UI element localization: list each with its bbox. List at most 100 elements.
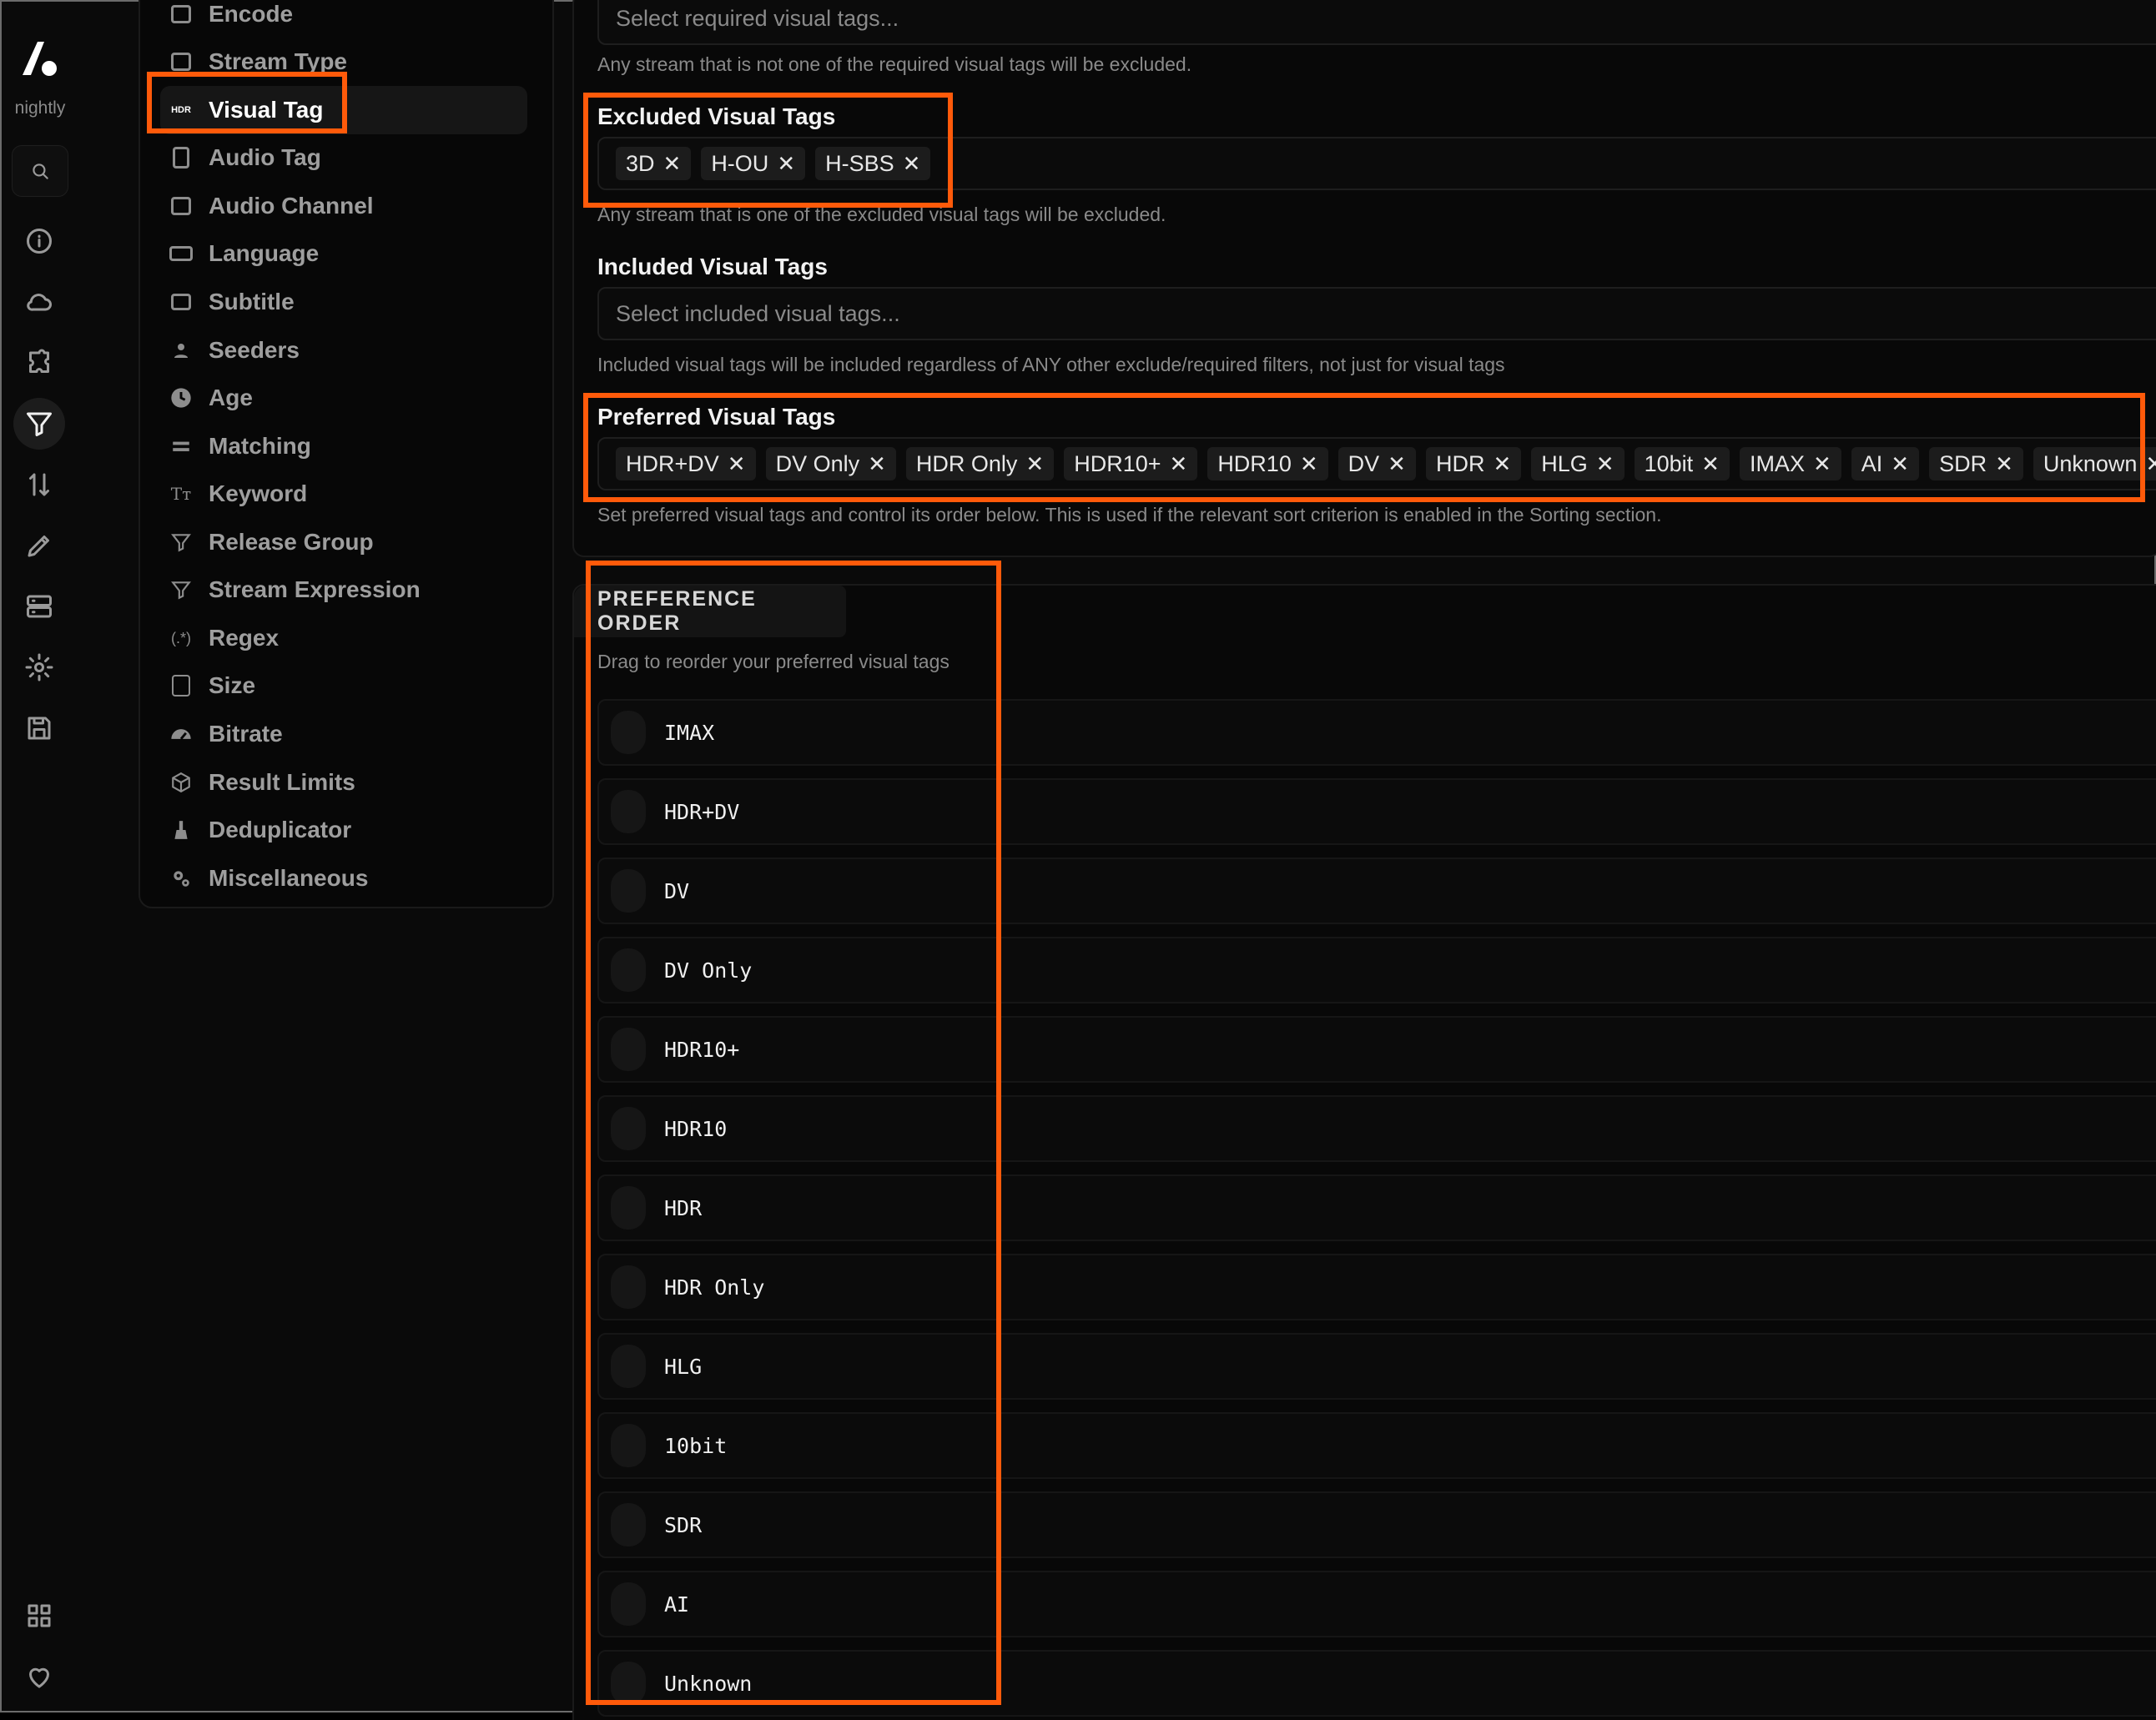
drag-handle[interactable] [611, 1503, 646, 1546]
cloud-button[interactable] [13, 276, 65, 328]
close-icon[interactable]: ✕ [1701, 451, 1720, 477]
close-icon[interactable]: ✕ [663, 151, 682, 177]
preference-order-item[interactable]: Unknown [597, 1650, 2156, 1717]
preferred-chip[interactable]: 10bit ✕ [1634, 447, 1730, 480]
app-logo-icon[interactable] [14, 33, 64, 83]
preferred-chip[interactable]: SDR ✕ [1929, 447, 2023, 480]
preference-order-item[interactable]: HDR Only [597, 1254, 2156, 1320]
close-icon[interactable]: ✕ [1300, 451, 1318, 477]
nav-item-audio-channel[interactable]: Audio Channel [160, 182, 527, 230]
nav-item-result-limits[interactable]: Result Limits [160, 758, 527, 807]
drag-handle[interactable] [611, 948, 646, 992]
close-icon[interactable]: ✕ [1025, 451, 1044, 477]
chip-label: HDR10+ [1074, 450, 1161, 476]
excluded-chip[interactable]: H-OU ✕ [701, 147, 806, 180]
close-icon[interactable]: ✕ [903, 151, 921, 177]
nav-item-stream-expression[interactable]: Stream Expression [160, 566, 527, 614]
addons-button[interactable] [13, 337, 65, 389]
sorting-button[interactable] [13, 459, 65, 510]
search-icon [33, 163, 48, 179]
nav-item-size[interactable]: Size [160, 661, 527, 710]
drag-handle[interactable] [611, 1662, 646, 1705]
close-icon[interactable]: ✕ [868, 451, 886, 477]
preferred-visual-tags-select[interactable]: HDR+DV ✕ DV Only ✕ HDR Only ✕ HDR10+ ✕ HDR10… [597, 437, 2156, 490]
settings-button[interactable] [13, 641, 65, 693]
nav-item-stream-type[interactable]: Stream Type [160, 38, 527, 86]
nav-item-audio-tag[interactable]: Audio Tag [160, 133, 527, 182]
preference-order-item[interactable]: HDR [597, 1174, 2156, 1241]
close-icon[interactable]: ✕ [1891, 451, 1909, 477]
close-icon[interactable]: ✕ [1596, 451, 1614, 477]
preference-order-subtitle: Drag to reorder your preferred visual ta… [597, 651, 950, 672]
preference-order-item[interactable]: HLG [597, 1333, 2156, 1400]
nav-item-encode[interactable]: Encode [160, 0, 527, 38]
nav-item-bitrate[interactable]: Bitrate [160, 710, 527, 758]
close-icon[interactable]: ✕ [1995, 451, 2013, 477]
close-icon[interactable]: ✕ [1388, 451, 1406, 477]
excluded-chip[interactable]: H-SBS ✕ [815, 147, 931, 180]
close-icon[interactable]: ✕ [2145, 451, 2156, 477]
close-icon[interactable]: ✕ [1493, 451, 1511, 477]
excluded-chip[interactable]: 3D ✕ [616, 147, 692, 180]
close-icon[interactable]: ✕ [777, 151, 795, 177]
required-visual-tags-select[interactable]: Select required visual tags... [597, 0, 2156, 45]
preferred-chip[interactable]: HDR+DV ✕ [616, 447, 756, 480]
apps-button[interactable] [13, 1590, 65, 1642]
nav-item-keyword[interactable]: Tт Keyword [160, 470, 527, 518]
save-button[interactable] [13, 702, 65, 754]
search-button[interactable] [12, 145, 68, 197]
nav-item-deduplicator[interactable]: Deduplicator [160, 806, 527, 854]
preferred-chip[interactable]: HDR Only ✕ [905, 447, 1055, 480]
preferred-chip[interactable]: DV Only ✕ [765, 447, 896, 480]
drag-handle[interactable] [611, 790, 646, 833]
preferred-chip[interactable]: AI ✕ [1851, 447, 1920, 480]
preference-order-item[interactable]: AI [597, 1571, 2156, 1637]
chip-label: H-OU [711, 150, 769, 176]
donate-button[interactable] [13, 1651, 65, 1702]
filters-button[interactable] [13, 398, 65, 450]
drag-handle[interactable] [611, 1265, 646, 1309]
drag-handle[interactable] [611, 869, 646, 913]
nav-item-subtitle[interactable]: Subtitle [160, 278, 527, 326]
preference-order-item[interactable]: HDR10 [597, 1095, 2156, 1162]
preferred-chip[interactable]: IMAX ✕ [1739, 447, 1841, 480]
preference-order-item[interactable]: DV [597, 857, 2156, 924]
preferred-chip[interactable]: HLG ✕ [1531, 447, 1625, 480]
drag-handle[interactable] [611, 1107, 646, 1150]
preference-order-item[interactable]: SDR [597, 1491, 2156, 1558]
preference-order-item[interactable]: HDR+DV [597, 778, 2156, 845]
proxy-button[interactable] [13, 581, 65, 632]
nav-item-visual-tag[interactable]: HDR Visual Tag [160, 86, 527, 134]
preferred-chip[interactable]: HDR10+ ✕ [1064, 447, 1198, 480]
included-field: Included Visual Tags [597, 254, 2156, 287]
drag-handle[interactable] [611, 1345, 646, 1388]
nav-item-seeders[interactable]: Seeders [160, 326, 527, 375]
preferred-chip[interactable]: HDR ✕ [1425, 447, 1522, 480]
drag-handle[interactable] [611, 1028, 646, 1071]
preferred-chip[interactable]: DV ✕ [1337, 447, 1416, 480]
formatter-button[interactable] [13, 520, 65, 571]
close-icon[interactable]: ✕ [728, 451, 746, 477]
drag-handle[interactable] [611, 1582, 646, 1626]
included-visual-tags-select[interactable]: Select included visual tags... [597, 287, 2156, 340]
preference-order-item-label: 10bit [664, 1433, 728, 1458]
close-icon[interactable]: ✕ [1813, 451, 1831, 477]
info-button[interactable] [13, 215, 65, 267]
nav-item-age[interactable]: Age [160, 374, 527, 422]
drag-handle[interactable] [611, 1186, 646, 1230]
preference-order-item[interactable]: IMAX [597, 699, 2156, 766]
preference-order-item[interactable]: DV Only [597, 937, 2156, 1003]
preferred-chip[interactable]: Unknown ✕ [2033, 447, 2156, 480]
preference-order-item[interactable]: HDR10+ [597, 1016, 2156, 1083]
nav-item-regex[interactable]: (.*) Regex [160, 614, 527, 662]
nav-item-release-group[interactable]: Release Group [160, 518, 527, 566]
drag-handle[interactable] [611, 711, 646, 754]
preference-order-item[interactable]: 10bit [597, 1412, 2156, 1479]
nav-item-matching[interactable]: Matching [160, 422, 527, 470]
excluded-visual-tags-select[interactable]: 3D ✕ H-OU ✕ H-SBS ✕ [597, 137, 2156, 190]
nav-item-miscellaneous[interactable]: Miscellaneous [160, 854, 527, 903]
nav-item-language[interactable]: Language [160, 229, 527, 278]
close-icon[interactable]: ✕ [1170, 451, 1188, 477]
drag-handle[interactable] [611, 1424, 646, 1467]
preferred-chip[interactable]: HDR10 ✕ [1207, 447, 1328, 480]
